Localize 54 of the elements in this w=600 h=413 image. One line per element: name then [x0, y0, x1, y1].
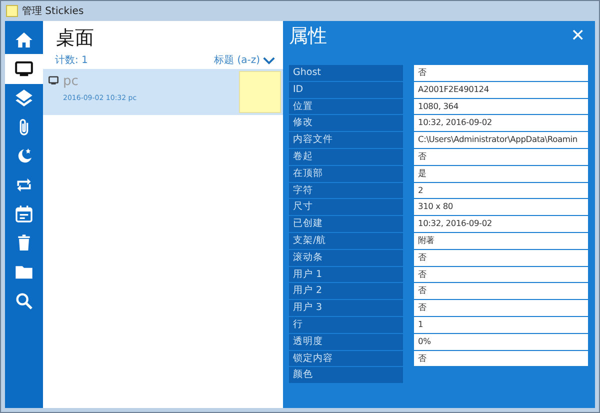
property-value: 否	[414, 300, 588, 316]
monitor-icon	[14, 59, 34, 79]
sidebar-item[interactable]	[5, 54, 43, 84]
property-label: 用户 1	[289, 266, 403, 282]
property-label: 用户 3	[289, 300, 403, 316]
property-label: 滚动条	[289, 250, 403, 266]
sort-dropdown[interactable]: 标题 (a-z)	[214, 53, 275, 67]
chevron-down-icon	[263, 56, 275, 64]
note-title: pc	[63, 75, 80, 88]
property-label: 行	[289, 316, 403, 333]
property-value: C:\Users\Administrator\AppData\Roamin	[414, 132, 588, 148]
property-value: 0%	[414, 334, 588, 350]
count-label: 计数: 1	[55, 54, 88, 67]
property-label: 卷起	[289, 148, 403, 165]
property-value: 否	[414, 65, 588, 81]
monitor-icon	[48, 75, 59, 86]
home-icon	[14, 30, 34, 50]
property-label: 用户 2	[289, 283, 403, 300]
property-label: 在顶部	[289, 166, 403, 182]
property-label: 支架/航	[289, 232, 403, 249]
property-value: 否	[414, 266, 588, 282]
property-label: 透明度	[289, 334, 403, 350]
property-label: 锁定内容	[289, 350, 403, 366]
property-value: 2	[414, 182, 588, 198]
search-icon	[14, 291, 34, 311]
property-label: 内容文件	[289, 132, 403, 148]
property-value: 10:32, 2016-09-02	[414, 216, 588, 232]
property-label: ID	[289, 82, 403, 98]
property-value: 1	[414, 316, 588, 333]
app-icon	[6, 5, 18, 17]
window-title: 管理 Stickies	[22, 5, 84, 18]
property-label: Ghost	[289, 65, 403, 81]
property-value: 否	[414, 250, 588, 266]
property-label: 已创建	[289, 216, 403, 232]
note-preview	[239, 71, 281, 113]
close-button[interactable]: ✕	[566, 26, 589, 46]
property-value: 10:32, 2016-09-02	[414, 115, 588, 132]
property-value: 是	[414, 166, 588, 182]
property-value: 310 x 80	[414, 199, 588, 216]
property-value: 1080, 364	[414, 98, 588, 114]
panel-title: 属性	[289, 24, 327, 49]
layers-icon	[14, 88, 34, 108]
property-value: 否	[414, 148, 588, 165]
property-value: 附著	[414, 232, 588, 249]
property-label: 位置	[289, 98, 403, 114]
property-label: 修改	[289, 115, 403, 132]
property-value: 否	[414, 283, 588, 300]
property-value: A2001F2E490124	[414, 82, 588, 98]
calendar-icon	[14, 204, 34, 224]
property-label: 颜色	[289, 367, 403, 384]
property-label: 尺寸	[289, 199, 403, 216]
list-title: 桌面	[56, 26, 95, 51]
property-label: 字符	[289, 182, 403, 198]
property-value: 否	[414, 350, 588, 366]
